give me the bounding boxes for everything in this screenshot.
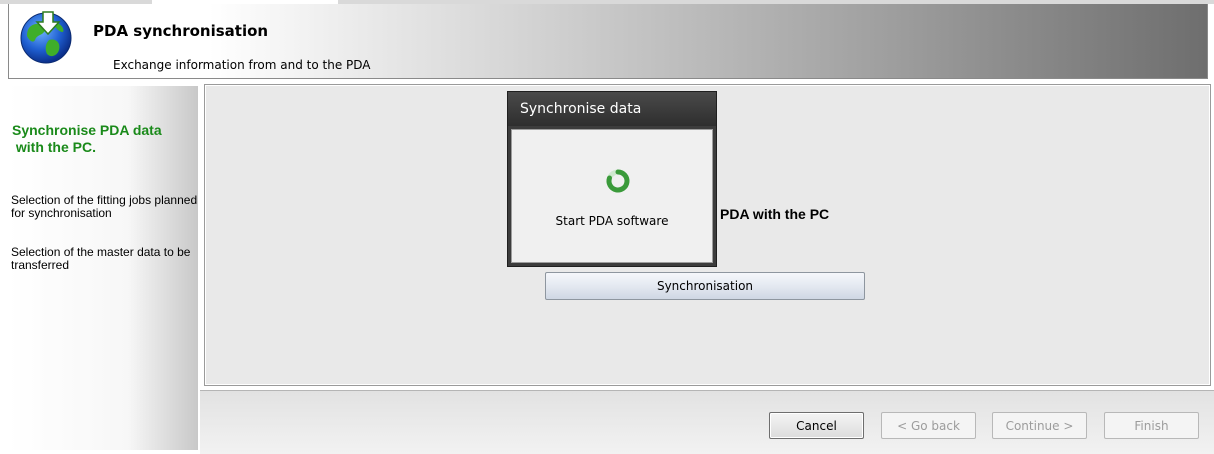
sidebar-step-jobs: Selection of the fitting jobs planned fo… xyxy=(11,193,198,220)
globe-sync-icon xyxy=(20,11,72,64)
finish-button[interactable]: Finish xyxy=(1104,412,1199,439)
dialog-body: Start PDA software xyxy=(511,129,713,263)
page-subtitle: Exchange information from and to the PDA xyxy=(113,58,371,72)
loading-spinner-icon xyxy=(606,169,630,193)
wizard-header: PDA synchronisation Exchange information… xyxy=(8,4,1208,79)
cancel-button[interactable]: Cancel xyxy=(769,412,864,439)
page-title: PDA synchronisation xyxy=(93,22,269,40)
dialog-title: Synchronise data xyxy=(508,92,716,126)
go-back-button[interactable]: < Go back xyxy=(881,412,976,439)
main-heading: PDA with the PC xyxy=(720,206,830,222)
continue-button[interactable]: Continue > xyxy=(992,412,1087,439)
wizard-sidebar: Synchronise PDA data with the PC. Select… xyxy=(8,86,198,450)
dialog-message: Start PDA software xyxy=(555,214,669,228)
sync-progress-dialog: Synchronise data Start PDA software xyxy=(507,91,717,267)
sidebar-step-master-data: Selection of the master data to be trans… xyxy=(11,245,191,272)
synchronisation-button[interactable]: Synchronisation xyxy=(545,272,865,300)
sidebar-step-title: Synchronise PDA data with the PC. xyxy=(12,122,162,155)
